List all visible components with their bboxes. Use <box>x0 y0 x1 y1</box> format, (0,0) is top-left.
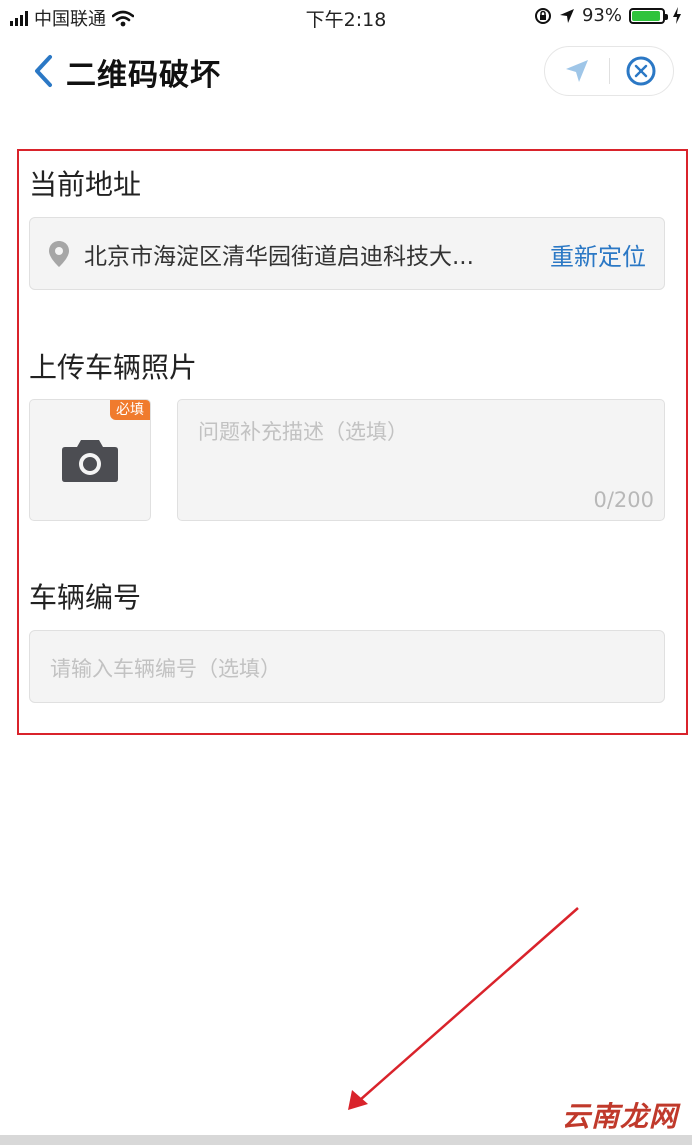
bottom-bar <box>0 1135 692 1145</box>
report-form: 当前地址 北京市海淀区清华园街道启迪科技大... 重新定位 上传车辆照片 必填 … <box>17 149 688 735</box>
charging-icon <box>673 7 681 24</box>
page-title: 二维码破坏 <box>66 58 221 93</box>
description-placeholder: 问题补充描述（选填） <box>198 420 408 444</box>
photo-upload-button[interactable]: 必填 <box>29 399 151 521</box>
status-bar: 中国联通 下午2:18 93% <box>0 0 692 34</box>
location-send-icon <box>565 60 588 82</box>
nav-bar: 二维码破坏 <box>0 40 692 106</box>
battery-icon <box>629 7 668 24</box>
close-mini-program-button[interactable] <box>610 47 674 95</box>
location-pin-icon <box>49 240 69 267</box>
description-textarea[interactable]: 问题补充描述（选填） 0/200 <box>177 399 665 521</box>
required-badge: 必填 <box>110 400 150 420</box>
current-address-field: 北京市海淀区清华园街道启迪科技大... 重新定位 <box>29 217 665 290</box>
photo-label: 上传车辆照片 <box>29 351 198 384</box>
back-chevron-icon[interactable] <box>30 54 60 88</box>
battery-percent: 93% <box>581 5 622 26</box>
status-bar-right: 93% <box>534 5 682 26</box>
vehicle-number-input[interactable]: 请输入车辆编号（选填） <box>29 630 665 703</box>
location-arrow-icon <box>559 8 574 23</box>
character-counter: 0/200 <box>593 488 654 512</box>
address-label: 当前地址 <box>29 168 142 201</box>
watermark-logo: 云南龙网 <box>561 1100 678 1133</box>
orientation-lock-icon <box>534 7 551 24</box>
location-send-button[interactable] <box>545 47 609 95</box>
address-value: 北京市海淀区清华园街道启迪科技大... <box>84 243 474 270</box>
vehicle-number-placeholder: 请输入车辆编号（选填） <box>50 657 281 681</box>
camera-icon <box>62 440 118 482</box>
vehicle-number-label: 车辆编号 <box>29 581 142 614</box>
relocate-button[interactable]: 重新定位 <box>550 237 646 272</box>
nav-capsule <box>544 46 674 96</box>
close-circle-icon <box>626 56 656 86</box>
